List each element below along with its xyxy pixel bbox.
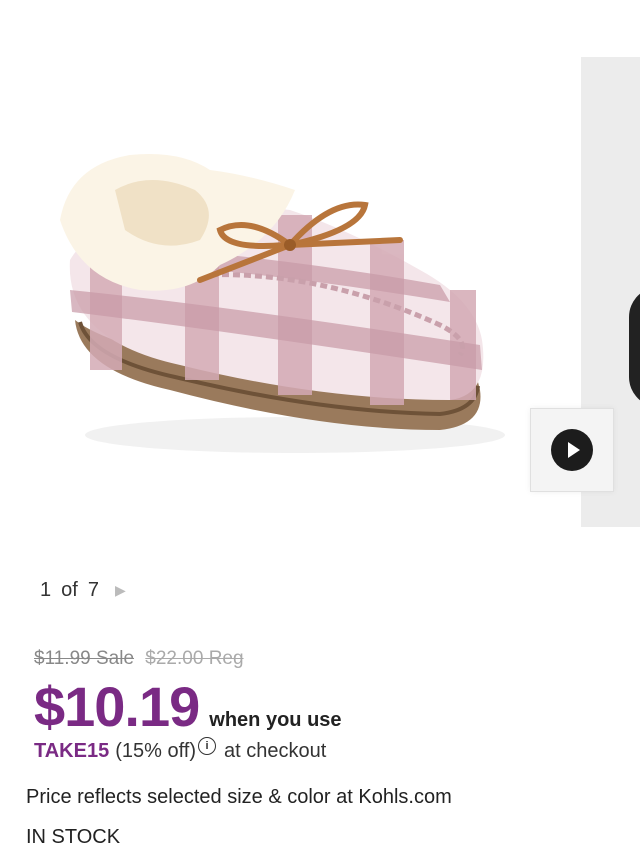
sale-price: $11.99 Sale [34, 648, 135, 669]
promo-discount: (15% off) [115, 740, 196, 762]
play-button[interactable] [551, 429, 593, 471]
stock-status: IN STOCK [26, 826, 121, 848]
price-history: $11.99 Sale $22.00 Reg [34, 648, 244, 670]
pager-current: 1 [40, 578, 52, 601]
promo-checkout: at checkout [224, 740, 327, 762]
price-note: Price reflects selected size & color at … [26, 786, 452, 808]
slipper-image [60, 154, 505, 453]
info-icon[interactable]: i [198, 736, 216, 755]
promo-code: TAKE15 [34, 740, 110, 762]
play-icon [568, 442, 580, 458]
promo-suffix: when you use [209, 709, 342, 731]
promo-price: $10.19 [34, 675, 200, 738]
caret-right-icon[interactable]: ▶ [115, 582, 126, 599]
promo-price-row: $10.19 when you use [34, 674, 342, 739]
pager-total: 7 [87, 578, 99, 601]
regular-price: $22.00 Reg [145, 648, 244, 669]
promo-details: TAKE15 (15% off) i at checkout [34, 736, 327, 763]
pager-of: of [61, 578, 78, 601]
image-pager: 1 of 7 ▶ [40, 576, 126, 604]
product-image-main[interactable] [20, 40, 560, 520]
product-image-carousel[interactable] [0, 0, 640, 560]
slipper-thumbnail [629, 287, 640, 407]
video-thumbnail[interactable] [530, 408, 614, 492]
